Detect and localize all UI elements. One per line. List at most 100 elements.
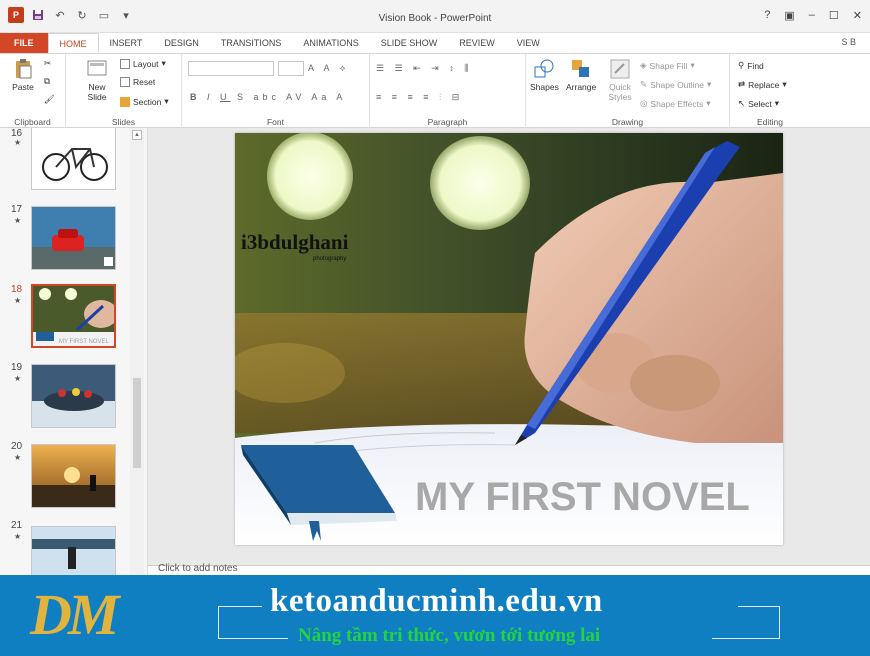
rafting-image	[32, 365, 115, 427]
reset-button[interactable]: Reset	[120, 77, 155, 87]
slide-thumbnail-17[interactable]	[31, 206, 116, 270]
layout-button[interactable]: Layout ▾	[120, 58, 166, 69]
slides-label: Slides	[111, 117, 136, 127]
font-size-buttons[interactable]: A A ⟡	[308, 63, 349, 74]
find-button[interactable]: ⚲ Find	[738, 60, 764, 71]
arrange-icon	[572, 60, 590, 77]
tab-home[interactable]: HOME	[47, 33, 99, 53]
site-url: ketoanducminh.edu.vn	[270, 583, 603, 619]
window-title: Vision Book - PowerPoint	[378, 13, 492, 24]
font-format-buttons[interactable]: B I U S abc AV Aa A	[190, 92, 346, 102]
transition-star-icon: ★	[14, 532, 22, 541]
tab-review[interactable]: REVIEW	[448, 33, 506, 53]
slide-number: 17	[11, 204, 23, 215]
ribbon-tabs: FILE HOME INSERT DESIGN TRANSITIONS ANIM…	[0, 33, 870, 53]
slide-thumbnail-20[interactable]	[31, 444, 116, 508]
shapes-icon	[534, 59, 554, 78]
section-button[interactable]: Section ▾	[120, 96, 169, 107]
slide-thumbnail-pane: 16 ★ 17 ★ 18 ★ MY FIRST NOVEL 19 ★ 20 ★ …	[0, 128, 148, 575]
font-name-combo[interactable]	[188, 61, 274, 76]
slide-thumbnail-16[interactable]	[31, 128, 116, 190]
slide-number: 20	[11, 441, 23, 452]
paste-button[interactable]: Paste	[12, 58, 34, 92]
font-label: Font	[266, 117, 284, 127]
drawing-label: Drawing	[611, 117, 644, 127]
clipboard-group: Paste ✂ ⧉ 🖌 Clipboard	[0, 54, 66, 129]
banner-divider	[779, 606, 780, 639]
transition-star-icon: ★	[14, 216, 22, 225]
transition-star-icon: ★	[14, 374, 22, 383]
effects-icon: ◎	[640, 98, 648, 108]
quick-styles-button[interactable]: Quick Styles	[606, 58, 634, 102]
copy-icon[interactable]: ⧉	[44, 76, 50, 87]
account-signin[interactable]: S B	[841, 37, 856, 47]
new-slide-button[interactable]: New Slide	[80, 58, 114, 102]
maximize-icon[interactable]: ☐	[829, 9, 839, 22]
sunset-fisherman-image	[32, 445, 115, 507]
paint-bucket-icon: ◈	[640, 60, 647, 70]
transition-star-icon: ★	[14, 296, 22, 305]
tab-transitions[interactable]: TRANSITIONS	[210, 33, 293, 53]
writing-hand-thumb-image: MY FIRST NOVEL	[33, 286, 114, 346]
paste-icon	[16, 59, 32, 79]
scrollbar-thumb[interactable]	[133, 378, 141, 468]
photographer-watermark-sub: photography	[313, 256, 346, 262]
transition-star-icon: ★	[14, 138, 22, 147]
arrange-button[interactable]: Arrange	[566, 58, 596, 92]
paragraph-group: ☰ ☰ ⇤ ⇥ ↕ ⫼ ≡ ≡ ≡ ≡ ⫶ ⊟ Paragraph	[370, 54, 526, 129]
slide-canvas: MY FIRST NOVEL i3bdulghani photography	[235, 133, 783, 545]
shape-effects-button[interactable]: ◎ Shape Effects ▾	[640, 98, 710, 109]
banner-divider	[218, 606, 262, 607]
replace-icon: ⇄	[738, 79, 746, 89]
banner-divider	[712, 638, 780, 639]
slide-thumbnail-18[interactable]: MY FIRST NOVEL	[31, 284, 116, 348]
banner-divider	[738, 606, 780, 607]
slide-thumbnail-21[interactable]	[31, 526, 116, 575]
cursor-icon: ↖	[738, 98, 746, 108]
slide-number: 19	[11, 362, 23, 373]
bicycle-image	[32, 128, 115, 189]
clipboard-label: Clipboard	[14, 117, 51, 127]
help-icon[interactable]: ?	[764, 9, 770, 22]
font-size-combo[interactable]	[278, 61, 304, 76]
shape-outline-button[interactable]: ✎ Shape Outline ▾	[640, 79, 711, 90]
transition-star-icon: ★	[14, 453, 22, 462]
current-slide[interactable]: MY FIRST NOVEL i3bdulghani photography	[235, 133, 783, 545]
tab-animations[interactable]: ANIMATIONS	[292, 33, 369, 53]
close-icon[interactable]: ✕	[853, 9, 862, 22]
notes-pane[interactable]: Click to add notes	[148, 563, 870, 575]
ribbon-display-options-icon[interactable]: ▣	[784, 9, 794, 22]
minimize-icon[interactable]: –	[809, 9, 815, 22]
red-car-image	[32, 207, 115, 269]
slide-number: 21	[11, 520, 23, 531]
tagline: Nâng tầm tri thức, vươn tới tương lai	[298, 625, 601, 646]
slide-editing-area: MY FIRST NOVEL i3bdulghani photography	[148, 128, 870, 565]
binoculars-icon: ⚲	[738, 60, 745, 70]
format-painter-icon[interactable]: 🖌	[44, 94, 55, 105]
drawing-group: Shapes Arrange Quick Styles ◈ Shape Fill …	[526, 54, 730, 129]
tab-file[interactable]: FILE	[0, 33, 48, 53]
thumbnail-scrollbar[interactable]: ▲	[130, 128, 144, 575]
slide-thumbnail-19[interactable]	[31, 364, 116, 428]
list-buttons[interactable]: ☰ ☰ ⇤ ⇥ ↕ ⫼	[376, 63, 472, 74]
pencil-icon: ✎	[640, 79, 648, 89]
paragraph-label: Paragraph	[427, 117, 468, 127]
cyclist-image	[32, 527, 115, 575]
tab-slide-show[interactable]: SLIDE SHOW	[370, 33, 449, 53]
photographer-watermark: i3bdulghani	[241, 230, 349, 254]
tab-insert[interactable]: INSERT	[99, 33, 154, 53]
shape-fill-button[interactable]: ◈ Shape Fill ▾	[640, 60, 695, 71]
cut-icon[interactable]: ✂	[44, 58, 51, 69]
tab-view[interactable]: VIEW	[506, 33, 551, 53]
select-button[interactable]: ↖ Select ▾	[738, 98, 779, 109]
replace-button[interactable]: ⇄ Replace ▾	[738, 79, 787, 90]
ribbon: Paste ✂ ⧉ 🖌 Clipboard New Slide Layout ▾…	[0, 53, 870, 129]
alignment-buttons[interactable]: ≡ ≡ ≡ ≡ ⫶ ⊟	[376, 92, 463, 103]
scroll-up-icon[interactable]: ▲	[132, 130, 142, 140]
svg-text:MY FIRST NOVEL: MY FIRST NOVEL	[59, 339, 109, 345]
notes-placeholder[interactable]: Click to add notes	[158, 563, 238, 574]
shapes-button[interactable]: Shapes	[530, 58, 559, 92]
slide-number: 18	[11, 284, 23, 295]
editing-group: ⚲ Find ⇄ Replace ▾ ↖ Select ▾ Editing	[730, 54, 810, 129]
tab-design[interactable]: DESIGN	[153, 33, 210, 53]
